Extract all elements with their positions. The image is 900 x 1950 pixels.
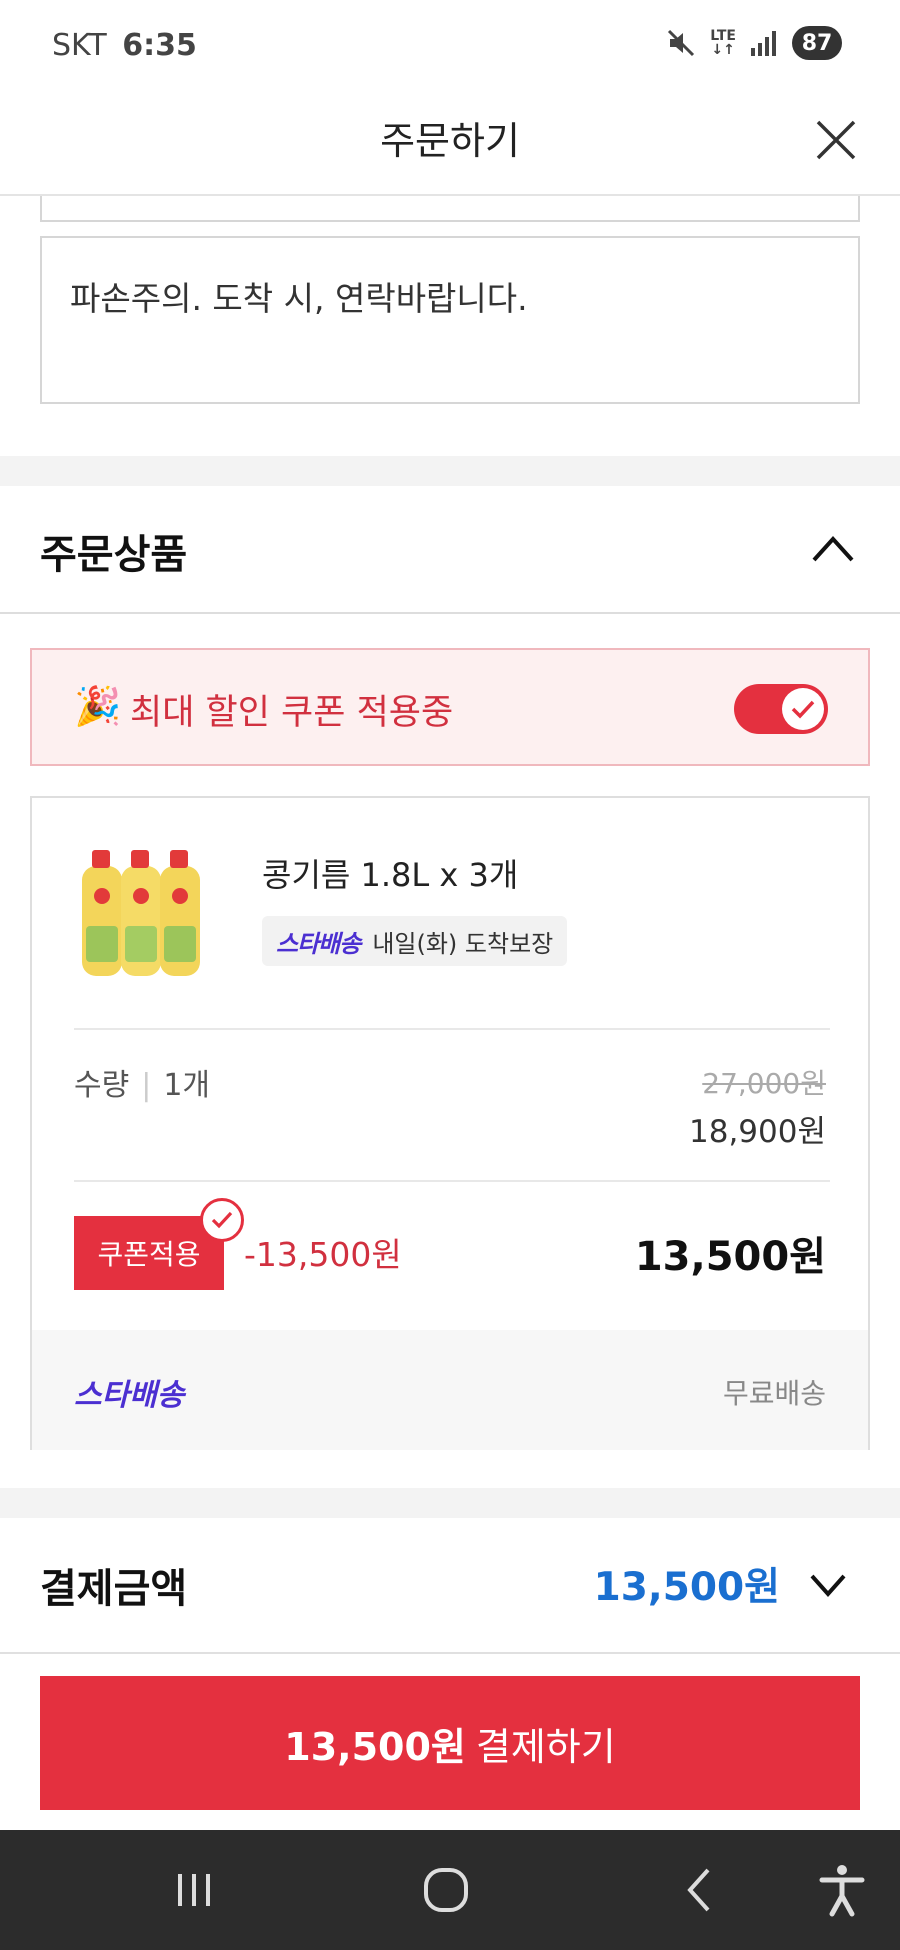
delivery-badge: 스타배송 내일(화) 도착보장 xyxy=(262,916,568,966)
pay-button-label: 결제하기 xyxy=(475,1724,616,1769)
clock: 6:35 xyxy=(122,28,197,63)
product-card: 콩기름 1.8L x 3개 스타배송 내일(화) 도착보장 수량 | 1개 27,0… xyxy=(30,796,870,1450)
final-price: 13,500원 xyxy=(634,1234,826,1280)
memo-text: 파손주의. 도착 시, 연락바랍니다. xyxy=(70,279,528,318)
signal-icon xyxy=(751,31,776,56)
memo-section: 파손주의. 도착 시, 연락바랍니다. xyxy=(0,196,900,456)
check-icon xyxy=(211,1211,233,1229)
battery-icon: 87 xyxy=(792,26,842,60)
section-title: 주문상품 xyxy=(40,532,188,578)
coupon-check-badge xyxy=(200,1198,244,1242)
order-page: SKT 6:35 LTE ↓↑ 87 주문하기 파손주의. 도착 시, 연락바랍… xyxy=(0,0,900,1950)
product-name: 콩기름 1.8L x 3개 xyxy=(262,856,519,894)
delivery-badge-text: 내일(화) 도착보장 xyxy=(372,929,554,958)
payment-amount-row[interactable]: 결제금액 13,500원 xyxy=(0,1518,900,1672)
shipping-row: 스타배송 무료배송 xyxy=(32,1330,868,1450)
status-icons: LTE ↓↑ 87 xyxy=(666,26,842,60)
scroll-content[interactable]: 파손주의. 도착 시, 연락바랍니다. 주문상품 🎉 최대 할인 쿠폰 적용중 xyxy=(0,196,900,1672)
address-field-bottom[interactable] xyxy=(40,196,860,222)
home-icon[interactable] xyxy=(416,1860,476,1920)
product-thumbnail xyxy=(82,850,200,976)
payment-amount: 13,500원 xyxy=(593,1565,780,1610)
chevron-up-icon[interactable] xyxy=(810,530,856,566)
bottom-action-bar: 13,500원 결제하기 xyxy=(0,1652,900,1830)
divider xyxy=(74,1180,830,1182)
system-nav-bar xyxy=(0,1830,900,1950)
star-delivery-logo: 스타배송 xyxy=(276,929,361,958)
coupon-toggle[interactable] xyxy=(734,684,828,734)
back-icon[interactable] xyxy=(670,1860,730,1920)
check-icon xyxy=(791,700,815,719)
header: 주문하기 xyxy=(0,92,900,196)
coupon-banner: 🎉 최대 할인 쿠폰 적용중 xyxy=(30,648,870,766)
close-icon[interactable] xyxy=(808,112,864,168)
divider xyxy=(74,1028,830,1030)
carrier-label: SKT xyxy=(52,28,107,63)
chevron-down-icon[interactable] xyxy=(808,1570,848,1600)
page-title: 주문하기 xyxy=(380,119,520,163)
coupon-banner-text: 최대 할인 쿠폰 적용중 xyxy=(130,693,454,733)
mute-icon xyxy=(668,29,695,57)
quantity-label: 수량 xyxy=(74,1068,130,1103)
pay-button[interactable]: 13,500원 결제하기 xyxy=(40,1676,860,1810)
payment-title: 결제금액 xyxy=(40,1566,188,1612)
order-products-header[interactable]: 주문상품 xyxy=(0,486,900,614)
separator: | xyxy=(141,1068,152,1103)
delivery-memo-field[interactable]: 파손주의. 도착 시, 연락바랍니다. xyxy=(40,236,860,404)
shipping-fee: 무료배송 xyxy=(722,1377,826,1410)
pay-button-amount: 13,500원 xyxy=(284,1724,466,1769)
lte-icon: LTE ↓↑ xyxy=(710,28,736,58)
carrier-time: SKT 6:35 xyxy=(52,28,197,63)
star-delivery-logo: 스타배송 xyxy=(74,1378,185,1413)
accessibility-icon[interactable] xyxy=(812,1860,872,1920)
toggle-knob xyxy=(782,688,824,730)
quantity-value: 1개 xyxy=(163,1068,210,1103)
original-price: 27,000원 xyxy=(702,1067,826,1100)
sale-price: 18,900원 xyxy=(689,1114,826,1150)
party-popper-icon: 🎉 xyxy=(74,684,122,728)
discount-amount: -13,500원 xyxy=(244,1235,402,1274)
status-bar: SKT 6:35 LTE ↓↑ 87 xyxy=(0,0,900,92)
quantity-row: 수량 | 1개 xyxy=(74,1060,210,1104)
recent-apps-icon[interactable] xyxy=(164,1860,224,1920)
